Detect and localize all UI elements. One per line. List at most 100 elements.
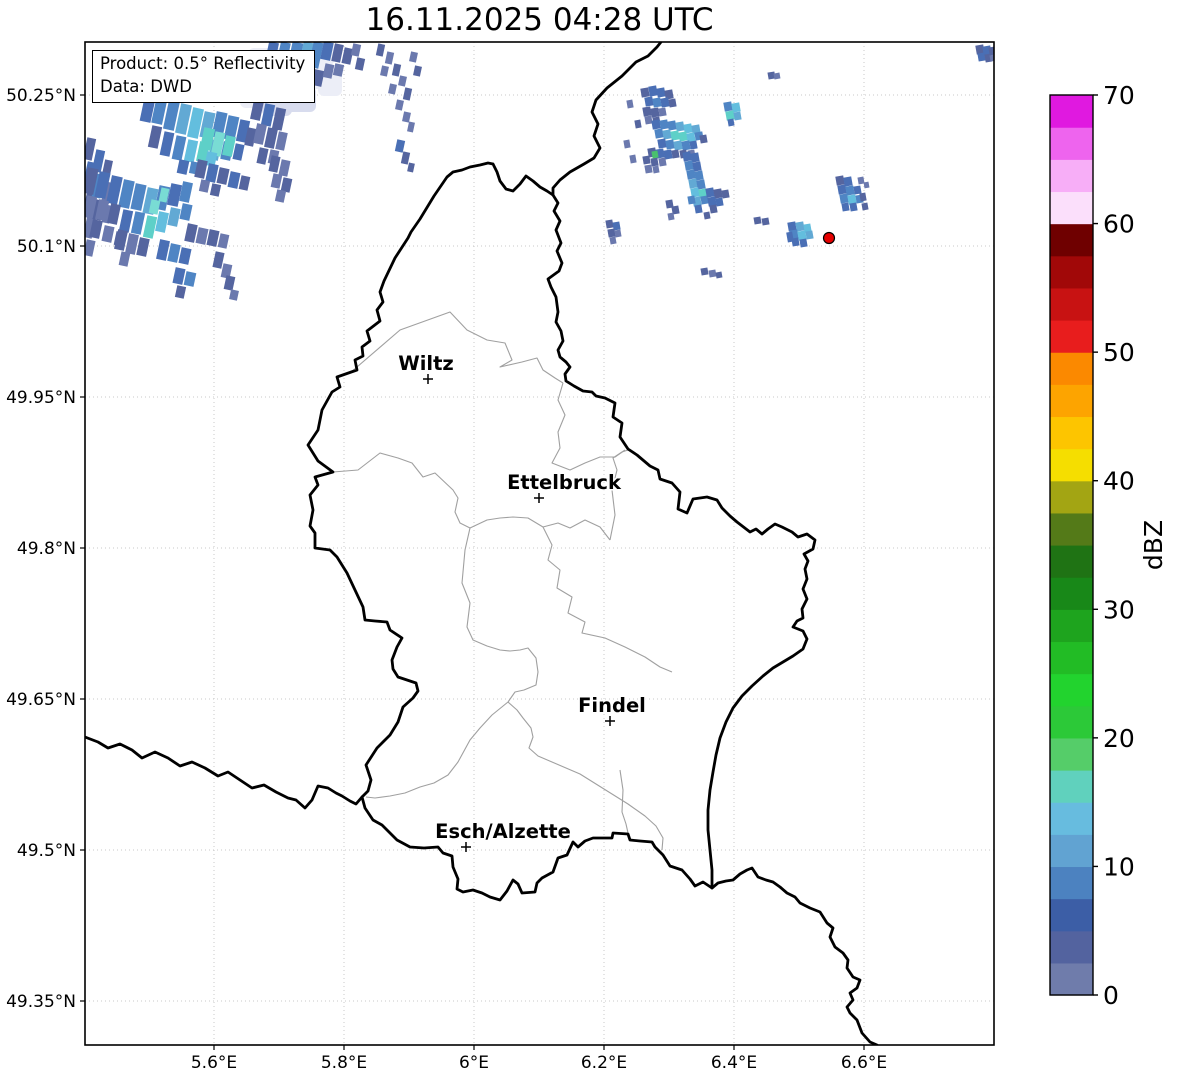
radar-cell: [857, 177, 864, 185]
colorbar-segment: [1050, 834, 1093, 867]
radar-cell: [723, 101, 732, 111]
colorbar-segment: [1050, 641, 1093, 674]
radar-cell: [684, 160, 693, 170]
radar-cell: [709, 204, 717, 213]
data-source-line: Data: DWD: [100, 76, 305, 99]
radar-cell: [699, 134, 707, 143]
radar-cell: [733, 111, 741, 120]
radar-cell: [689, 140, 697, 149]
city-label: Findel: [578, 694, 646, 717]
radar-cell: [662, 129, 671, 139]
radar-cell: [694, 204, 702, 213]
x-tick-label: 6.2°E: [581, 1053, 627, 1073]
colorbar-segment: [1050, 191, 1093, 224]
radar-cell: [667, 213, 674, 221]
radar-cell: [642, 106, 651, 116]
colorbar-segment: [1050, 224, 1093, 257]
radar-cell: [686, 169, 695, 179]
y-tick-label: 49.5°N: [17, 841, 76, 861]
radar-cell: [609, 237, 616, 245]
city-label: Esch/Alzette: [435, 820, 571, 843]
x-tick-label: 6.6°E: [841, 1053, 887, 1073]
colorbar-segment: [1050, 352, 1093, 385]
figure-title: 16.11.2025 04:28 UTC: [85, 2, 994, 38]
colorbar-segment: [1050, 738, 1093, 771]
radar-cell: [716, 272, 723, 279]
y-tick-label: 50.25°N: [6, 86, 76, 106]
colorbar-segment: [1050, 159, 1093, 192]
y-tick-label: 49.35°N: [6, 992, 76, 1012]
colorbar-segment: [1050, 802, 1093, 835]
radar-cell: [648, 85, 658, 96]
colorbar-tick-label: 60: [1103, 210, 1135, 239]
radar-cell: [805, 230, 813, 239]
radar-cell: [614, 230, 621, 238]
radar-cell: [644, 115, 652, 124]
y-tick-label: 49.8°N: [17, 539, 76, 559]
colorbar-segment: [1050, 706, 1093, 739]
radar-cell: [605, 219, 613, 228]
radar-cell: [652, 97, 661, 107]
radar-cell: [654, 128, 663, 138]
colorbar-segment: [1050, 577, 1093, 610]
radar-map-canvas: 5.6°E5.8°E6°E6.2°E6.4°E6.6°E50.25°N50.1°…: [0, 0, 1184, 1081]
radar-cell: [774, 73, 781, 80]
colorbar-segment: [1050, 416, 1093, 449]
radar-cell: [977, 52, 985, 61]
radar-cell: [675, 121, 684, 131]
radar-cell: [839, 193, 848, 203]
colorbar-segment: [1050, 288, 1093, 321]
radar-cell: [659, 119, 668, 129]
colorbar-axis-label: dBZ: [1139, 520, 1168, 570]
radar-cell: [667, 120, 676, 130]
radar-cell: [705, 187, 714, 197]
colorbar-tick-label: 40: [1103, 467, 1135, 496]
colorbar-tick-label: 10: [1103, 852, 1135, 881]
radar-cell: [837, 184, 846, 194]
colorbar-segment: [1050, 674, 1093, 707]
radar-cell: [640, 87, 649, 97]
radar-cell: [656, 87, 665, 97]
radar-cell: [708, 269, 716, 277]
city-label: Ettelbruck: [507, 471, 622, 494]
weather-radar-figure: 5.6°E5.8°E6°E6.2°E6.4°E6.6°E50.25°N50.1°…: [0, 0, 1184, 1081]
radar-cell: [644, 164, 652, 173]
radar-cell: [650, 107, 659, 117]
city-label: Wiltz: [398, 352, 454, 375]
radar-cell: [651, 151, 658, 159]
radar-cell: [658, 157, 666, 166]
colorbar-tick-label: 50: [1103, 338, 1135, 367]
radar-cell: [849, 202, 857, 211]
radar-cell: [861, 203, 868, 211]
colorbar-segment: [1050, 899, 1093, 932]
x-tick-label: 6°E: [459, 1053, 489, 1073]
radar-cell: [841, 202, 849, 211]
radar-cell: [657, 138, 666, 148]
colorbar-segment: [1050, 513, 1093, 546]
colorbar-segment: [1050, 256, 1093, 289]
colorbar-segment: [1050, 866, 1093, 899]
radar-cell: [658, 107, 666, 116]
colorbar-segment: [1050, 545, 1093, 578]
radar-cell: [665, 139, 674, 149]
radar-cell: [681, 140, 690, 150]
radar-cell: [703, 212, 710, 220]
radar-cell: [727, 119, 734, 127]
radar-cell: [715, 197, 723, 206]
radar-cell: [650, 157, 658, 166]
radar-cell: [864, 182, 870, 189]
colorbar-segment: [1050, 384, 1093, 417]
radar-cell: [670, 130, 679, 140]
radar-cell: [753, 216, 761, 224]
radar-cell: [853, 185, 861, 194]
radar-cell: [682, 151, 691, 161]
colorbar-tick-label: 0: [1103, 981, 1119, 1010]
colorbar-segment: [1050, 963, 1093, 996]
radar-cell: [700, 267, 708, 275]
colorbar-segment: [1050, 449, 1093, 482]
x-tick-label: 5.8°E: [321, 1053, 367, 1073]
product-info-line: Product: 0.5° Reflectivity: [100, 53, 305, 76]
radar-cell: [673, 140, 682, 150]
radar-cell: [652, 166, 659, 174]
colorbar-segment: [1050, 931, 1093, 964]
